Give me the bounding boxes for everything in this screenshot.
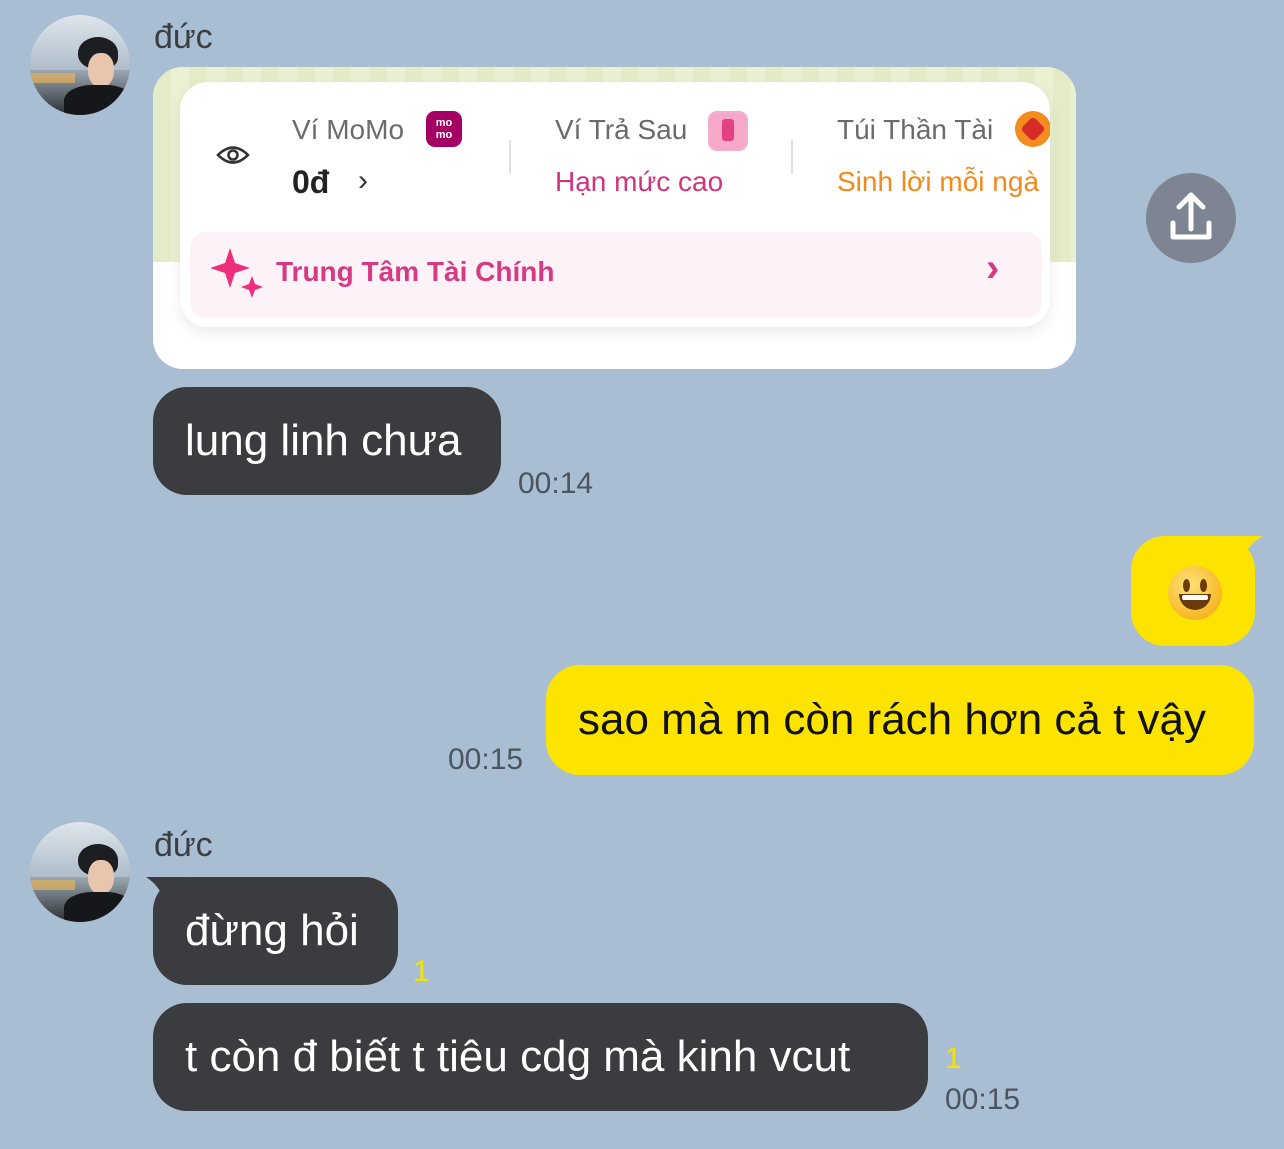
share-upload-icon	[1170, 192, 1212, 240]
message-text: t còn đ biết t tiêu cdg mà kinh vcut	[185, 1032, 851, 1081]
message-time: 00:15	[945, 1083, 1021, 1116]
message-text: sao mà m còn rách hơn cả t vậy	[578, 695, 1207, 744]
avatar-body	[64, 892, 130, 922]
incoming-message-bubble[interactable]: t còn đ biết t tiêu cdg mà kinh vcut	[153, 1003, 928, 1111]
momo-logo-text: mo mo	[435, 117, 453, 141]
savings-icon	[1015, 111, 1050, 147]
image-message[interactable]: Ví MoMo mo mo 0đ › Ví Trả Sau Hạn mức ca…	[153, 67, 1076, 369]
message-time: 00:14	[518, 467, 594, 500]
wallet-chevron-icon: ›	[358, 164, 368, 197]
bubble-tail	[1225, 536, 1263, 562]
finance-center-label: Trung Tâm Tài Chính	[276, 256, 555, 287]
savings-value: Sinh lời mỗi ngà	[837, 166, 1040, 197]
sparkle-icon	[210, 248, 263, 298]
emoji-eye-left	[1183, 579, 1190, 592]
finance-center-row: Trung Tâm Tài Chính ›	[190, 232, 1042, 318]
eye-icon	[216, 146, 250, 164]
sender-name: đức	[154, 826, 213, 864]
avatar-railing	[30, 880, 75, 890]
incoming-message-bubble[interactable]: đừng hỏi	[153, 877, 398, 985]
avatar-face	[88, 860, 114, 894]
column-divider	[791, 140, 793, 174]
paylater-icon	[708, 111, 748, 151]
finance-chevron-icon: ›	[986, 246, 1000, 290]
unread-count: 1	[945, 1042, 962, 1075]
share-button[interactable]	[1146, 173, 1236, 263]
paylater-label: Ví Trả Sau	[555, 114, 688, 145]
sender-name: đức	[154, 18, 213, 56]
column-divider	[509, 140, 511, 174]
incoming-message-bubble[interactable]: lung linh chưa	[153, 387, 501, 495]
wallet-label: Ví MoMo	[292, 114, 405, 145]
message-text: đừng hỏi	[185, 906, 359, 955]
emoji-mouth	[1179, 594, 1211, 610]
savings-label: Túi Thần Tài	[837, 114, 994, 145]
wallet-balance: 0đ	[292, 164, 330, 200]
wallet-card: Ví MoMo mo mo 0đ › Ví Trả Sau Hạn mức ca…	[180, 82, 1050, 327]
emoji-eye-right	[1200, 579, 1207, 592]
outgoing-message-bubble[interactable]: sao mà m còn rách hơn cả t vậy	[546, 665, 1254, 775]
message-text: lung linh chưa	[185, 416, 462, 465]
sender-avatar[interactable]	[30, 15, 130, 115]
momo-logo-icon: mo mo	[426, 111, 462, 147]
avatar-railing	[30, 73, 75, 83]
avatar-body	[64, 85, 130, 115]
unread-count: 1	[413, 955, 430, 988]
message-time: 00:15	[448, 743, 524, 776]
smiley-face-emoji	[1168, 566, 1222, 620]
sender-avatar[interactable]	[30, 822, 130, 922]
avatar-face	[88, 53, 114, 87]
paylater-value: Hạn mức cao	[555, 166, 724, 197]
